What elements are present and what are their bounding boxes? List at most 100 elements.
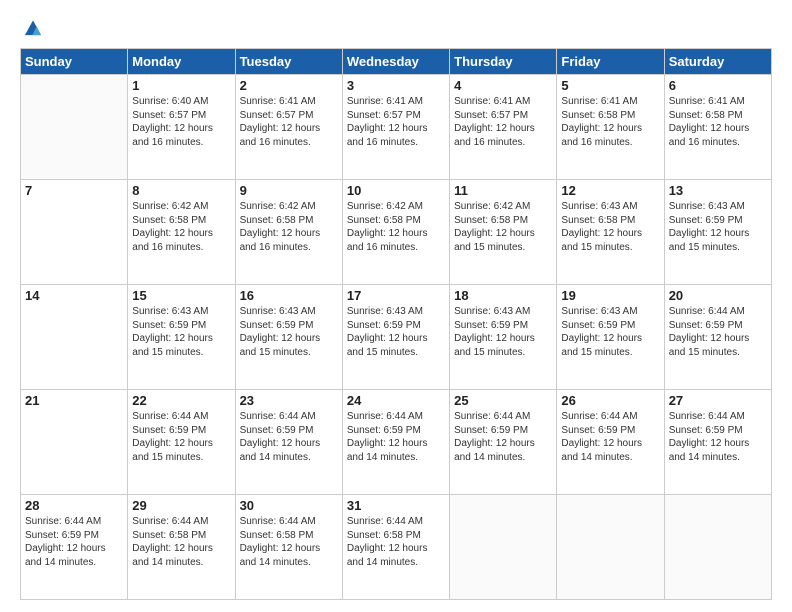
calendar-cell: 11 Sunrise: 6:42 AMSunset: 6:58 PMDayligh… [450, 180, 557, 285]
day-number: 10 [347, 183, 445, 198]
day-number: 27 [669, 393, 767, 408]
day-detail: Sunrise: 6:44 AMSunset: 6:59 PMDaylight:… [669, 410, 767, 464]
day-detail: Sunrise: 6:43 AMSunset: 6:59 PMDaylight:… [454, 305, 552, 359]
day-number: 12 [561, 183, 659, 198]
day-detail: Sunrise: 6:41 AMSunset: 6:57 PMDaylight:… [240, 95, 338, 149]
day-detail: Sunrise: 6:44 AMSunset: 6:58 PMDaylight:… [347, 515, 445, 569]
calendar-cell: 19 Sunrise: 6:43 AMSunset: 6:59 PMDayligh… [557, 285, 664, 390]
header [20, 16, 772, 38]
logo-icon [22, 16, 44, 38]
day-detail: Sunrise: 6:43 AMSunset: 6:59 PMDaylight:… [669, 200, 767, 254]
day-number: 14 [25, 288, 123, 303]
calendar-cell [557, 495, 664, 600]
calendar-cell: 26Sunrise: 6:44 AMSunset: 6:59 PMDayligh… [557, 390, 664, 495]
calendar-cell: 15 Sunrise: 6:43 AMSunset: 6:59 PMDayligh… [128, 285, 235, 390]
logo [20, 16, 48, 38]
day-number: 9 [240, 183, 338, 198]
calendar-cell: 22 Sunrise: 6:44 AMSunset: 6:59 PMDayligh… [128, 390, 235, 495]
day-number: 28 [25, 498, 123, 513]
calendar-cell: 23 Sunrise: 6:44 AMSunset: 6:59 PMDayligh… [235, 390, 342, 495]
calendar-cell: 29Sunrise: 6:44 AMSunset: 6:58 PMDayligh… [128, 495, 235, 600]
day-detail: Sunrise: 6:44 AMSunset: 6:59 PMDaylight:… [240, 410, 338, 464]
day-number: 19 [561, 288, 659, 303]
calendar-cell: 13 Sunrise: 6:43 AMSunset: 6:59 PMDayligh… [664, 180, 771, 285]
calendar-cell: 17 Sunrise: 6:43 AMSunset: 6:59 PMDayligh… [342, 285, 449, 390]
day-detail: Sunrise: 6:41 AMSunset: 6:58 PMDaylight:… [561, 95, 659, 149]
weekday-header-monday: Monday [128, 49, 235, 75]
day-number: 24 [347, 393, 445, 408]
day-number: 26 [561, 393, 659, 408]
calendar-cell: 25 Sunrise: 6:44 AMSunset: 6:59 PMDayligh… [450, 390, 557, 495]
calendar-cell: 7 [21, 180, 128, 285]
day-number: 4 [454, 78, 552, 93]
day-detail: Sunrise: 6:40 AMSunset: 6:57 PMDaylight:… [132, 95, 230, 149]
week-row-4: 21 22 Sunrise: 6:44 AMSunset: 6:59 PMDayli… [21, 390, 772, 495]
day-detail: Sunrise: 6:41 AMSunset: 6:57 PMDaylight:… [454, 95, 552, 149]
day-number: 25 [454, 393, 552, 408]
calendar-cell: 31 Sunrise: 6:44 AMSunset: 6:58 PMDayligh… [342, 495, 449, 600]
day-number: 8 [132, 183, 230, 198]
day-detail: Sunrise: 6:43 AMSunset: 6:59 PMDaylight:… [132, 305, 230, 359]
calendar-cell: 28 Sunrise: 6:44 AMSunset: 6:59 PMDayligh… [21, 495, 128, 600]
day-number: 18 [454, 288, 552, 303]
calendar-cell: 9 Sunrise: 6:42 AMSunset: 6:58 PMDaylight… [235, 180, 342, 285]
day-detail: Sunrise: 6:44 AMSunset: 6:59 PMDaylight:… [132, 410, 230, 464]
calendar-cell: 5Sunrise: 6:41 AMSunset: 6:58 PMDaylight… [557, 75, 664, 180]
day-number: 31 [347, 498, 445, 513]
calendar-cell: 30Sunrise: 6:44 AMSunset: 6:58 PMDayligh… [235, 495, 342, 600]
calendar-cell [664, 495, 771, 600]
day-detail: Sunrise: 6:42 AMSunset: 6:58 PMDaylight:… [240, 200, 338, 254]
day-detail: Sunrise: 6:41 AMSunset: 6:57 PMDaylight:… [347, 95, 445, 149]
day-number: 22 [132, 393, 230, 408]
week-row-1: 1 Sunrise: 6:40 AMSunset: 6:57 PMDaylight… [21, 75, 772, 180]
day-detail: Sunrise: 6:44 AMSunset: 6:59 PMDaylight:… [454, 410, 552, 464]
day-number: 11 [454, 183, 552, 198]
day-number: 7 [25, 183, 123, 198]
weekday-header-friday: Friday [557, 49, 664, 75]
day-number: 1 [132, 78, 230, 93]
calendar-cell: 16 Sunrise: 6:43 AMSunset: 6:59 PMDayligh… [235, 285, 342, 390]
calendar-cell: 12 Sunrise: 6:43 AMSunset: 6:58 PMDayligh… [557, 180, 664, 285]
day-detail: Sunrise: 6:43 AMSunset: 6:59 PMDaylight:… [347, 305, 445, 359]
day-detail: Sunrise: 6:43 AMSunset: 6:59 PMDaylight:… [561, 305, 659, 359]
day-number: 23 [240, 393, 338, 408]
weekday-header-saturday: Saturday [664, 49, 771, 75]
day-detail: Sunrise: 6:44 AMSunset: 6:59 PMDaylight:… [347, 410, 445, 464]
day-detail: Sunrise: 6:42 AMSunset: 6:58 PMDaylight:… [132, 200, 230, 254]
calendar-cell [21, 75, 128, 180]
weekday-header-tuesday: Tuesday [235, 49, 342, 75]
day-number: 16 [240, 288, 338, 303]
day-number: 13 [669, 183, 767, 198]
week-row-2: 78 Sunrise: 6:42 AMSunset: 6:58 PMDayligh… [21, 180, 772, 285]
calendar-cell: 20 Sunrise: 6:44 AMSunset: 6:59 PMDayligh… [664, 285, 771, 390]
calendar-cell: 27 Sunrise: 6:44 AMSunset: 6:59 PMDayligh… [664, 390, 771, 495]
day-number: 21 [25, 393, 123, 408]
day-number: 15 [132, 288, 230, 303]
weekday-header-row: SundayMondayTuesdayWednesdayThursdayFrid… [21, 49, 772, 75]
weekday-header-thursday: Thursday [450, 49, 557, 75]
calendar-table: SundayMondayTuesdayWednesdayThursdayFrid… [20, 48, 772, 600]
calendar-cell: 24 Sunrise: 6:44 AMSunset: 6:59 PMDayligh… [342, 390, 449, 495]
weekday-header-sunday: Sunday [21, 49, 128, 75]
day-number: 20 [669, 288, 767, 303]
day-detail: Sunrise: 6:44 AMSunset: 6:58 PMDaylight:… [240, 515, 338, 569]
calendar-cell [450, 495, 557, 600]
day-detail: Sunrise: 6:44 AMSunset: 6:59 PMDaylight:… [669, 305, 767, 359]
day-detail: Sunrise: 6:41 AMSunset: 6:58 PMDaylight:… [669, 95, 767, 149]
day-detail: Sunrise: 6:42 AMSunset: 6:58 PMDaylight:… [347, 200, 445, 254]
day-detail: Sunrise: 6:42 AMSunset: 6:58 PMDaylight:… [454, 200, 552, 254]
week-row-3: 14 15 Sunrise: 6:43 AMSunset: 6:59 PMDayli… [21, 285, 772, 390]
day-detail: Sunrise: 6:44 AMSunset: 6:59 PMDaylight:… [25, 515, 123, 569]
calendar-cell: 1 Sunrise: 6:40 AMSunset: 6:57 PMDaylight… [128, 75, 235, 180]
day-detail: Sunrise: 6:43 AMSunset: 6:58 PMDaylight:… [561, 200, 659, 254]
calendar-cell: 3Sunrise: 6:41 AMSunset: 6:57 PMDaylight… [342, 75, 449, 180]
calendar-cell: 4 Sunrise: 6:41 AMSunset: 6:57 PMDaylight… [450, 75, 557, 180]
week-row-5: 28 Sunrise: 6:44 AMSunset: 6:59 PMDayligh… [21, 495, 772, 600]
page: SundayMondayTuesdayWednesdayThursdayFrid… [0, 0, 792, 612]
day-number: 29 [132, 498, 230, 513]
calendar-cell: 14 [21, 285, 128, 390]
day-number: 17 [347, 288, 445, 303]
calendar-cell: 18 Sunrise: 6:43 AMSunset: 6:59 PMDayligh… [450, 285, 557, 390]
day-detail: Sunrise: 6:43 AMSunset: 6:59 PMDaylight:… [240, 305, 338, 359]
day-number: 2 [240, 78, 338, 93]
